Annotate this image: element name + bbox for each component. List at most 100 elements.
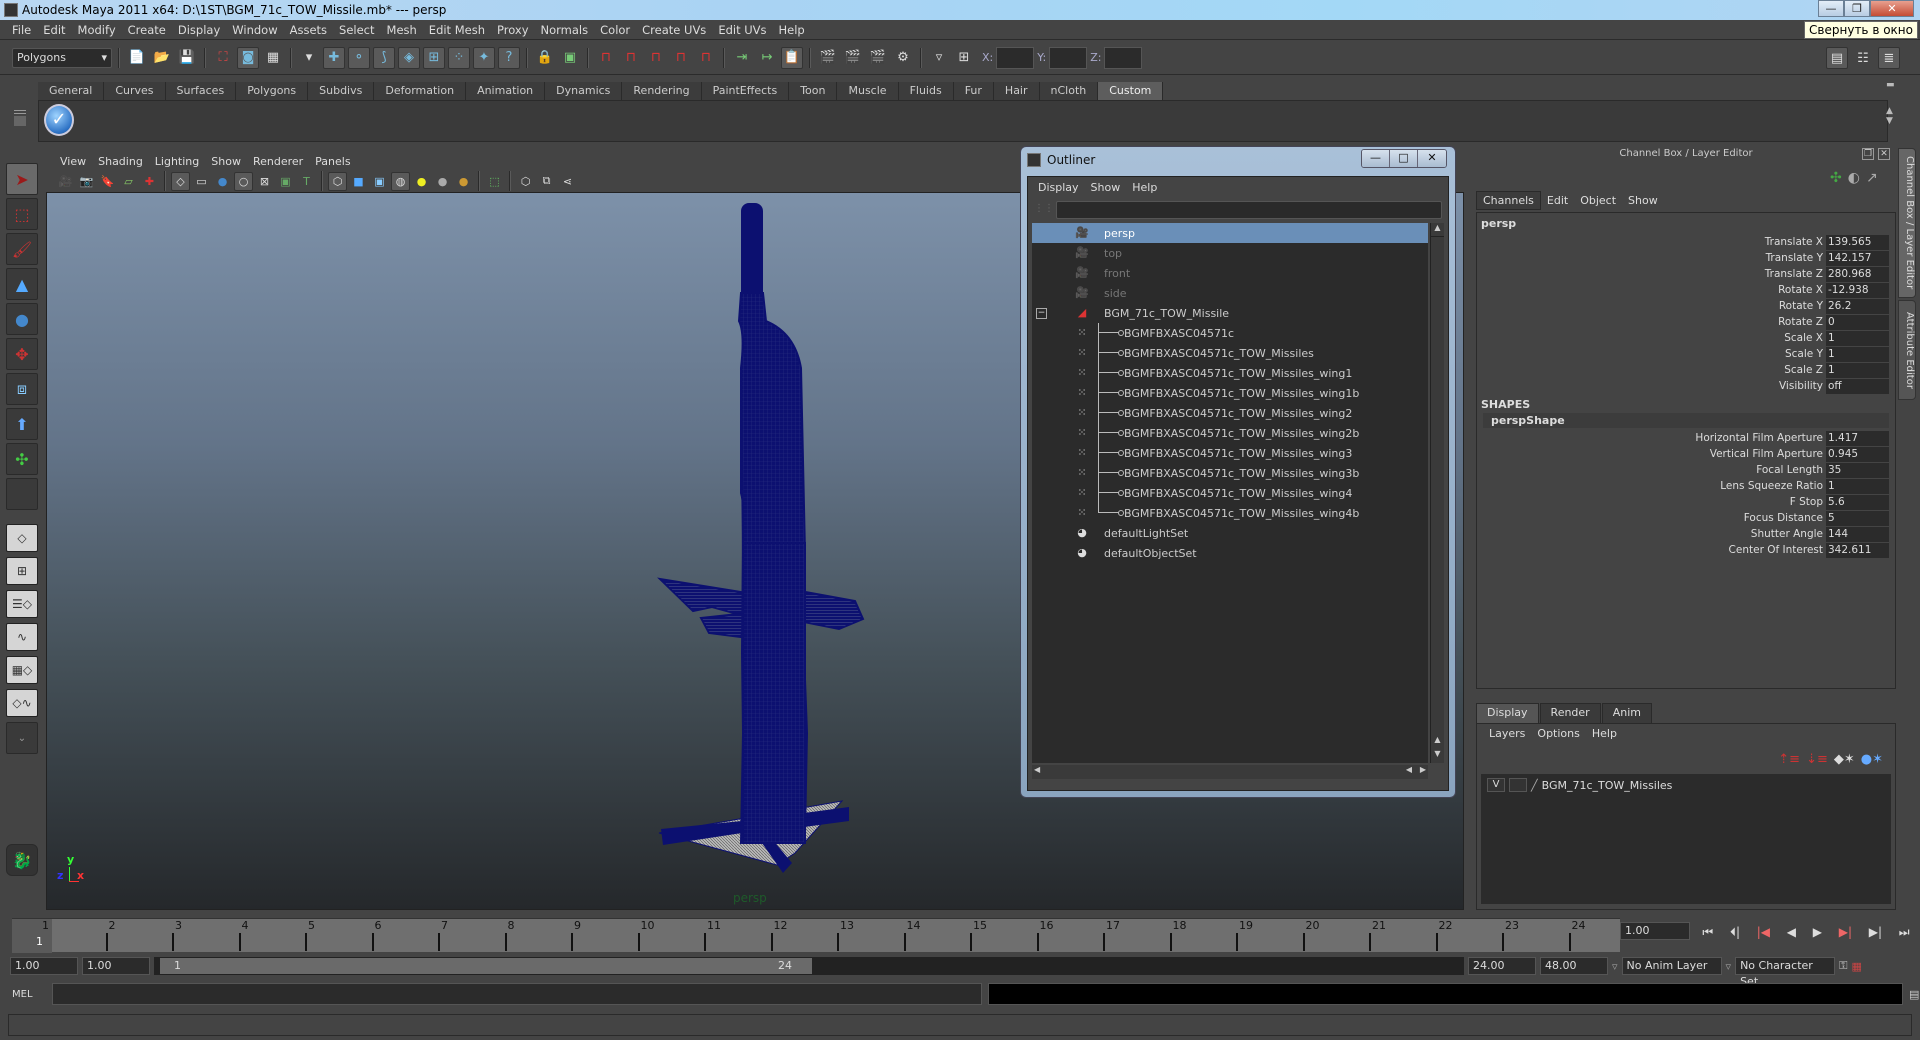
channel-value-field[interactable]: 5 (1826, 510, 1889, 526)
persp-graph-layout-icon[interactable]: ∿ (6, 623, 38, 651)
safe-action-icon[interactable]: ▣ (276, 172, 295, 191)
lock-selection-icon[interactable]: 🔒 (534, 47, 556, 69)
shelf-tab-dynamics[interactable]: Dynamics (545, 82, 623, 100)
panel-menu-view[interactable]: View (54, 155, 92, 168)
channel-label[interactable]: Visibility (1779, 380, 1826, 392)
select-tool-icon[interactable]: ➤ (6, 163, 38, 195)
layer-menu-layers[interactable]: Layers (1483, 727, 1531, 740)
channel-box-menu-object[interactable]: Object (1574, 192, 1622, 209)
shelf-scroll[interactable]: ▬ ▲ ▼ (1886, 80, 1900, 140)
outliner-horizontal-scrollbar[interactable]: ◀ ◀ ▶ (1032, 765, 1428, 779)
outliner-close-button[interactable]: ✕ (1418, 150, 1446, 167)
outliner-item[interactable]: 🎥 front (1032, 263, 1428, 283)
channel-value-field[interactable]: 1 (1826, 346, 1889, 362)
shadows-icon[interactable]: ● (433, 172, 452, 191)
layer-tab-anim[interactable]: Anim (1601, 703, 1652, 723)
channel-label[interactable]: Vertical Film Aperture (1710, 448, 1826, 460)
channel-value-field[interactable]: 35 (1826, 462, 1889, 478)
layer-color-swatch-icon[interactable]: ╱ (1531, 779, 1538, 792)
layer-name[interactable]: BGM_71c_TOW_Missiles (1542, 779, 1673, 792)
panel-menu-lighting[interactable]: Lighting (149, 155, 205, 168)
channel-value-field[interactable]: 0 (1826, 314, 1889, 330)
select-dynamics-icon[interactable]: ⁘ (448, 46, 470, 69)
menu-modify[interactable]: Modify (72, 23, 122, 37)
shelf-menu-handle[interactable] (14, 80, 28, 140)
animation-start-field[interactable]: 1.00 (10, 957, 78, 975)
persp-graph-hypergraph-layout-icon[interactable]: ◇∿ (6, 689, 38, 717)
shelf-tab-hair[interactable]: Hair (993, 82, 1040, 100)
channel-box-toggle-icon[interactable]: ≣ (1878, 47, 1900, 69)
menu-file[interactable]: File (6, 23, 37, 37)
outliner-vertical-scrollbar[interactable]: ▲ ▲ ▼ (1430, 223, 1444, 763)
show-manipulator-icon[interactable]: ✣ (6, 443, 38, 475)
menu-edit-uvs[interactable]: Edit UVs (712, 23, 772, 37)
resolution-gate-icon[interactable]: ● (213, 172, 232, 191)
manipulator-icon[interactable]: ✣ (1830, 170, 1842, 186)
go-to-end-icon[interactable]: ⏭ (1899, 925, 1910, 940)
output-ops-icon[interactable]: ↦ (756, 47, 778, 69)
x-field[interactable] (996, 46, 1035, 69)
move-layer-up-icon[interactable]: ⇡≡ (1778, 752, 1800, 767)
select-object-icon[interactable]: ◙ (237, 46, 259, 69)
shelf-tab-surfaces[interactable]: Surfaces (165, 82, 237, 100)
outliner-item[interactable]: ◕ defaultLightSet (1032, 523, 1428, 543)
last-tool-slot[interactable] (6, 478, 38, 510)
layout-expand-icon[interactable]: ⌄ (6, 722, 38, 754)
channel-value-field[interactable]: 1 (1826, 478, 1889, 494)
channel-label[interactable]: Rotate Z (1778, 316, 1826, 328)
select-rendering-icon[interactable]: ✦ (473, 46, 495, 69)
film-gate-icon[interactable]: ▭ (192, 172, 211, 191)
collapse-toggle-icon[interactable]: − (1036, 307, 1047, 319)
channel-label[interactable]: Focus Distance (1744, 512, 1826, 524)
soft-modification-icon[interactable]: ⬆ (6, 408, 38, 440)
shelf-tab-ncloth[interactable]: nCloth (1039, 82, 1099, 100)
gate-mask-icon[interactable]: ○ (234, 171, 253, 191)
high-quality-icon[interactable]: ● (454, 172, 473, 191)
hyperbolic-icon[interactable]: ↗ (1866, 170, 1878, 186)
chevron-down-icon[interactable]: ▿ (1612, 960, 1618, 973)
xray-icon[interactable]: ⬡ (516, 172, 535, 191)
menu-set-dropdown[interactable]: Polygons ▾ (12, 47, 112, 68)
grid-toggle-icon[interactable]: ◇ (171, 171, 190, 191)
outliner-item[interactable]: − ◢ BGM_71c_TOW_Missile (1032, 303, 1428, 323)
mel-input[interactable] (52, 983, 982, 1005)
playback-end-field[interactable]: 24.00 (1468, 957, 1536, 975)
speed-icon[interactable]: ◐ (1848, 170, 1860, 186)
menu-proxy[interactable]: Proxy (491, 23, 535, 37)
z-field[interactable] (1104, 46, 1143, 69)
channel-value-field[interactable]: 26.2 (1826, 298, 1889, 314)
shelf-tab-general[interactable]: General (38, 82, 105, 100)
outliner-item[interactable]: ◕ defaultObjectSet (1032, 543, 1428, 563)
menu-help[interactable]: Help (773, 23, 811, 37)
anim-layer-dropdown[interactable]: No Anim Layer (1621, 957, 1722, 975)
safe-title-icon[interactable]: T (297, 172, 316, 191)
layer-tab-display[interactable]: Display (1476, 703, 1539, 723)
outliner-minimize-button[interactable]: — (1362, 150, 1390, 167)
channel-label[interactable]: Rotate Y (1779, 300, 1826, 312)
channel-label[interactable]: Scale Y (1785, 348, 1826, 360)
move-tool-icon[interactable]: ▲ (6, 268, 38, 300)
two-d-pan-zoom-icon[interactable]: ✚ (140, 172, 159, 191)
image-plane-icon[interactable]: ▱ (119, 172, 138, 191)
channel-label[interactable]: Scale X (1784, 332, 1826, 344)
persp-outliner-layout-icon[interactable]: ☰◇ (6, 590, 38, 618)
menu-normals[interactable]: Normals (535, 23, 595, 37)
shelf-tab-toon[interactable]: Toon (789, 82, 838, 100)
current-frame-field[interactable]: 1.00 (1620, 922, 1690, 940)
channel-value-field[interactable]: off (1826, 378, 1889, 394)
tool-settings-toggle-icon[interactable]: ☷ (1852, 47, 1874, 69)
channel-value-field[interactable]: -12.938 (1826, 282, 1889, 298)
outliner-item[interactable]: ⁙ BGMFBXASC04571c (1032, 323, 1428, 343)
universal-manipulator-icon[interactable]: ⧈ (6, 373, 38, 405)
channel-box-menu-channels[interactable]: Channels (1476, 190, 1541, 210)
channel-label[interactable]: Rotate X (1778, 284, 1826, 296)
layer-row[interactable]: V ╱ BGM_71c_TOW_Missiles (1481, 774, 1891, 796)
channel-label[interactable]: Focal Length (1756, 464, 1826, 476)
outliner-menu-help[interactable]: Help (1126, 181, 1163, 194)
snap-view-plane-icon[interactable]: ⊓ (670, 47, 692, 69)
outliner-item[interactable]: ⁙ BGMFBXASC04571c_TOW_Missiles_wing3 (1032, 443, 1428, 463)
select-deformations-icon[interactable]: ⊞ (423, 46, 445, 69)
rotate-tool-icon[interactable]: ● (6, 303, 38, 335)
highlight-selection-icon[interactable]: ▣ (559, 47, 581, 69)
character-set-dropdown[interactable]: No Character Set (1735, 957, 1836, 988)
